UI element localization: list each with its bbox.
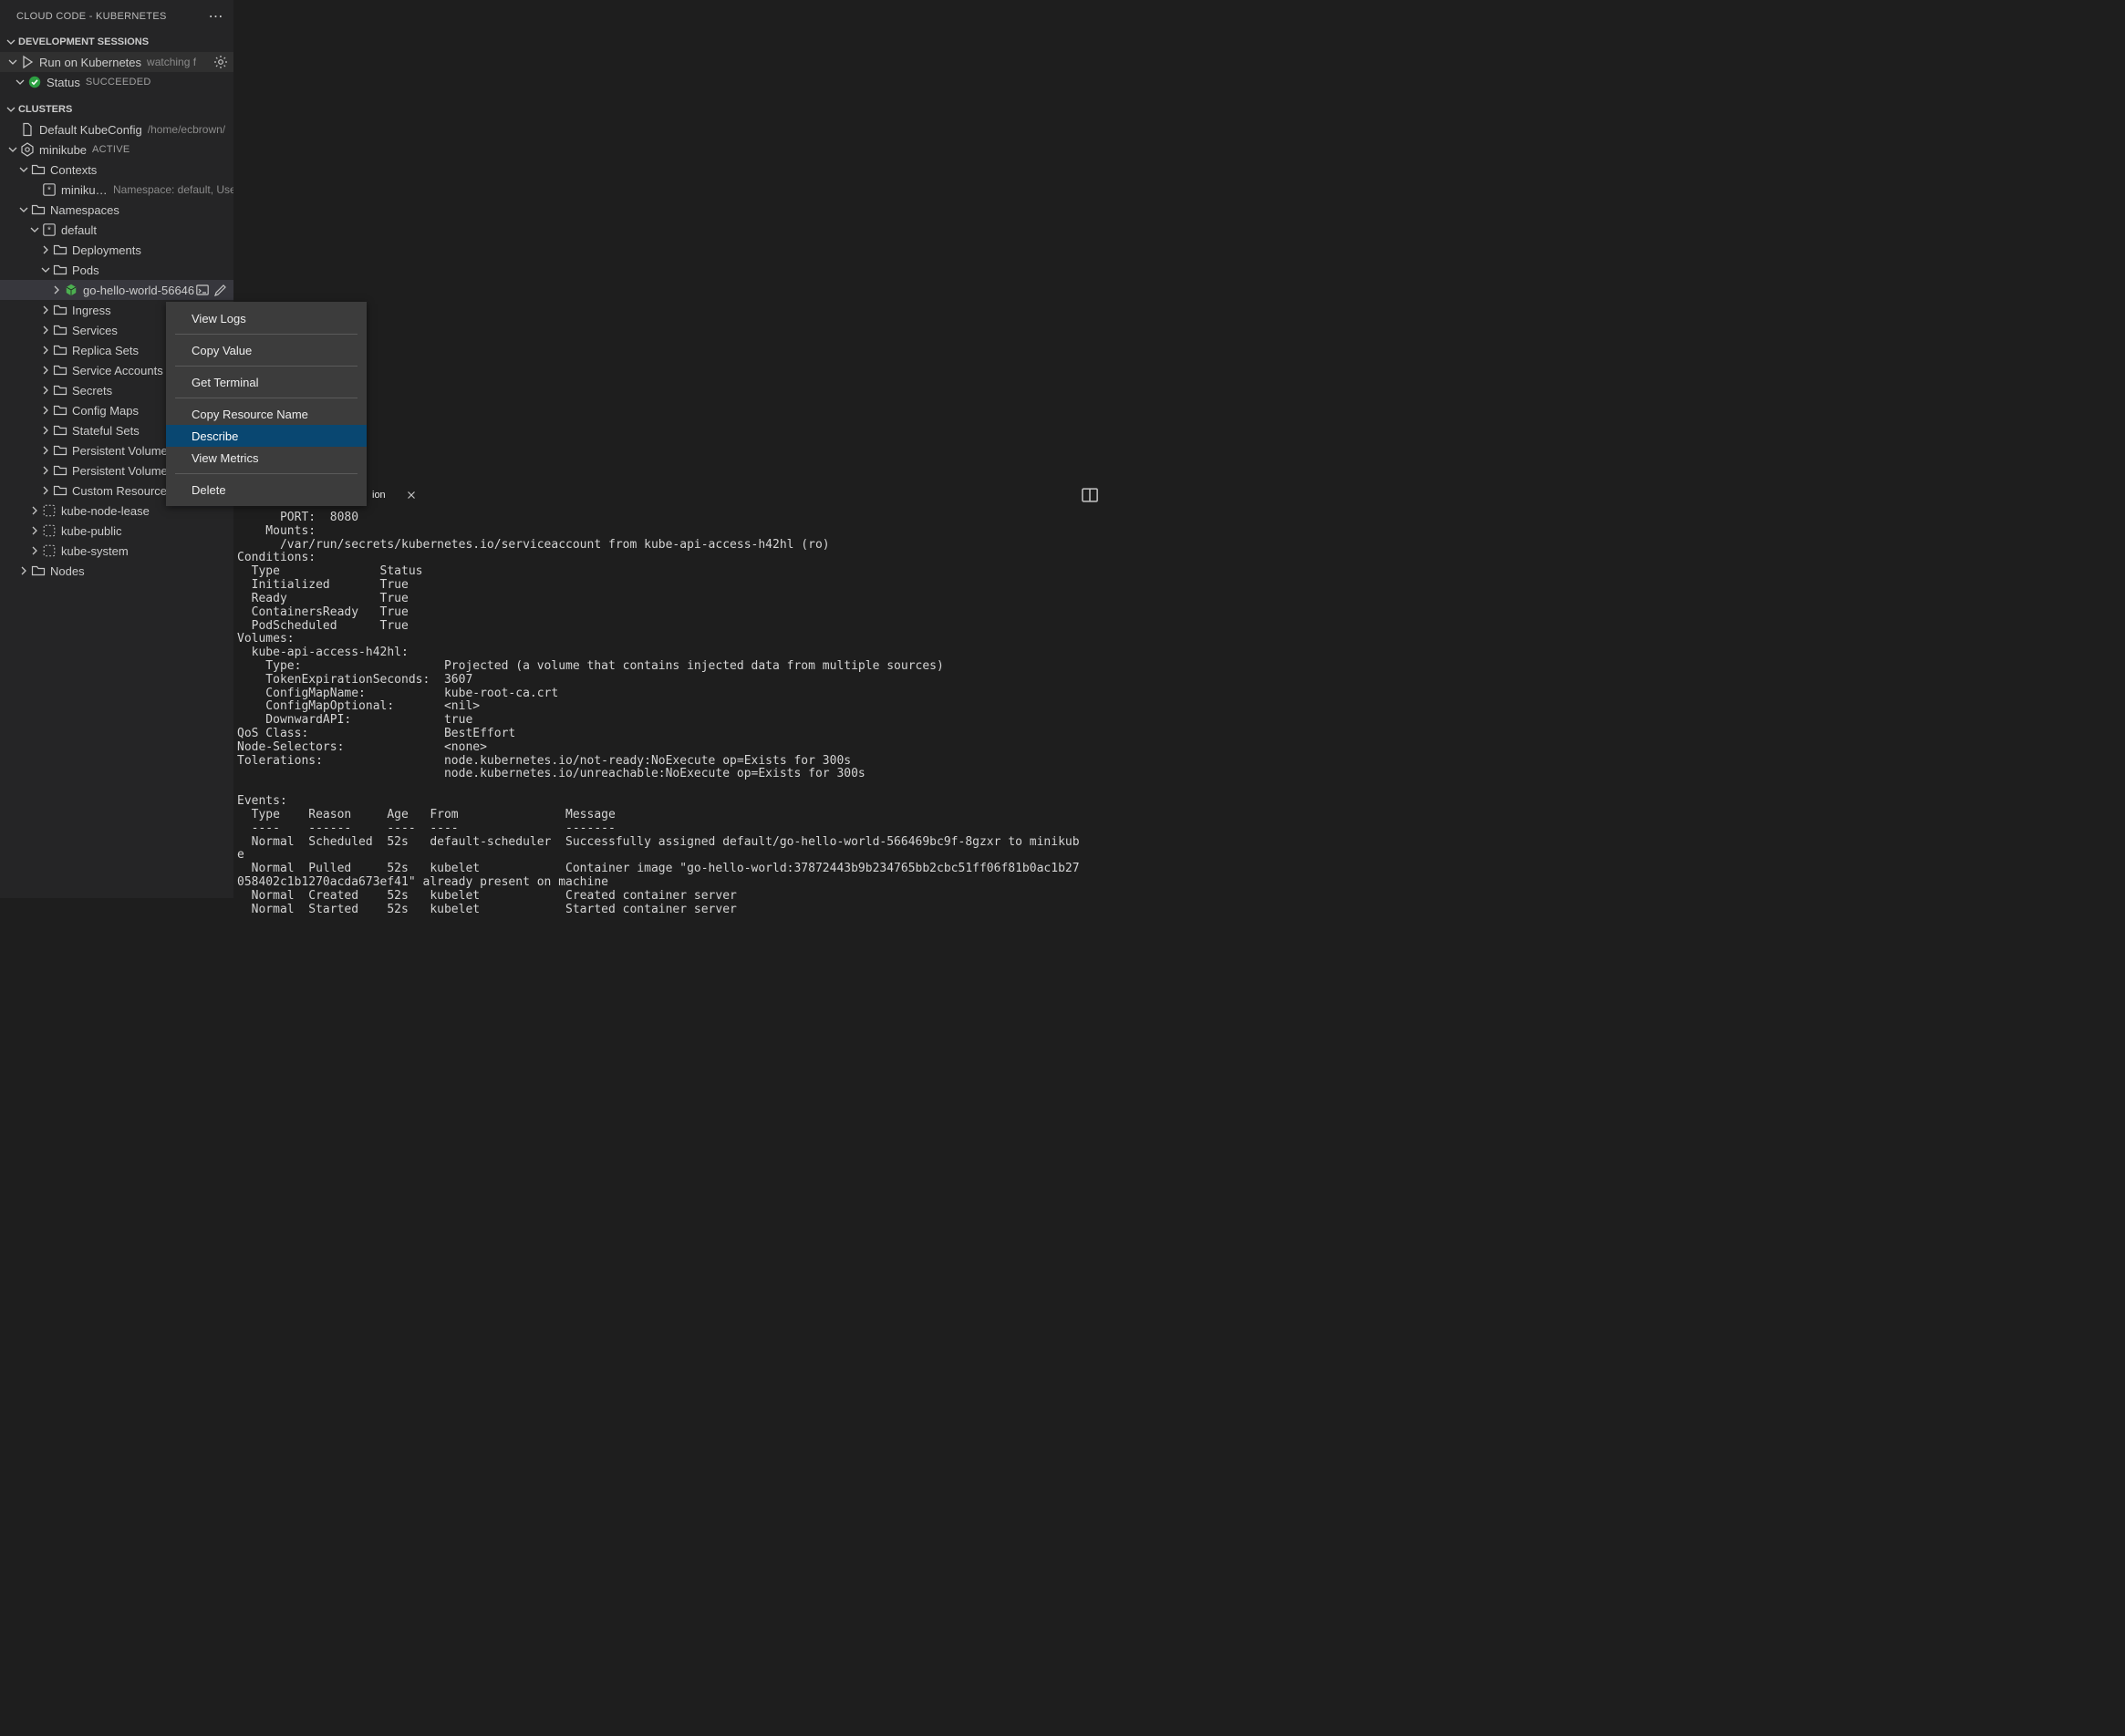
- chevron-right-icon: [38, 323, 53, 337]
- folder-icon: [53, 343, 67, 357]
- folder-icon: [53, 423, 67, 438]
- chevron-down-icon: [5, 142, 20, 157]
- describe-output[interactable]: PORT: 8080 Mounts: /var/run/secrets/kube…: [233, 512, 1099, 916]
- terminal-icon[interactable]: [195, 283, 210, 297]
- namespace-icon: [42, 503, 57, 518]
- chevron-down-icon: [5, 55, 20, 69]
- gear-icon[interactable]: [213, 55, 228, 69]
- folder-icon: [53, 483, 67, 498]
- section-title: DEVELOPMENT SESSIONS: [18, 36, 149, 47]
- chevron-down-icon: [16, 202, 31, 217]
- chevron-right-icon: [27, 523, 42, 538]
- menu-view-metrics[interactable]: View Metrics: [166, 447, 367, 469]
- menu-describe[interactable]: Describe: [166, 425, 367, 447]
- folder-icon: [53, 443, 67, 458]
- chevron-right-icon: [27, 503, 42, 518]
- folder-icon: [53, 263, 67, 277]
- chevron-right-icon: [38, 483, 53, 498]
- bottom-panel: ion PORT: 8080 Mounts: /var/run/secrets/…: [233, 479, 1099, 898]
- file-icon: [20, 122, 35, 137]
- chevron-right-icon: [38, 383, 53, 398]
- run-label: Run on Kubernetes: [39, 56, 141, 69]
- folder-icon: [31, 202, 46, 217]
- sidebar-title: CLOUD CODE - KUBERNETES: [16, 11, 167, 22]
- status-row[interactable]: Status SUCCEEDED: [0, 72, 233, 92]
- context-minikube[interactable]: * minikube Namespace: default, Use: [0, 180, 233, 200]
- section-clusters[interactable]: CLUSTERS: [0, 99, 233, 119]
- panel-tab-active[interactable]: ion: [372, 484, 386, 506]
- chevron-down-icon: [4, 35, 18, 49]
- tree-contexts[interactable]: Contexts: [0, 160, 233, 180]
- more-actions-button[interactable]: ⋯: [206, 7, 226, 26]
- status-label: Status: [47, 76, 80, 89]
- chevron-down-icon: [4, 102, 18, 117]
- chevron-down-icon: [16, 162, 31, 177]
- chevron-down-icon: [27, 222, 42, 237]
- chevron-right-icon: [38, 343, 53, 357]
- pod-go-hello-world[interactable]: go-hello-world-56646: [0, 280, 233, 300]
- edit-icon[interactable]: [213, 283, 228, 297]
- folder-icon: [53, 463, 67, 478]
- namespace-icon: [42, 543, 57, 558]
- menu-view-logs[interactable]: View Logs: [166, 307, 367, 329]
- chevron-right-icon: [38, 363, 53, 377]
- folder-icon: [53, 403, 67, 418]
- folder-icon: [53, 363, 67, 377]
- menu-separator: [175, 366, 358, 367]
- pod-icon: [64, 283, 78, 297]
- ns-default[interactable]: * default: [0, 220, 233, 240]
- default-kubeconfig[interactable]: Default KubeConfig /home/ecbrown/: [0, 119, 233, 140]
- tree-deployments[interactable]: Deployments: [0, 240, 233, 260]
- chevron-down-icon: [38, 263, 53, 277]
- svg-text:*: *: [47, 185, 51, 195]
- tree-nodes[interactable]: Nodes: [0, 561, 233, 581]
- chevron-right-icon: [38, 243, 53, 257]
- asterisk-icon: *: [42, 222, 57, 237]
- chevron-right-icon: [16, 563, 31, 578]
- menu-delete[interactable]: Delete: [166, 479, 367, 501]
- namespace-icon: [42, 523, 57, 538]
- chevron-right-icon: [38, 403, 53, 418]
- folder-icon: [53, 243, 67, 257]
- chevron-right-icon: [38, 463, 53, 478]
- sidebar-title-bar: CLOUD CODE - KUBERNETES ⋯: [0, 0, 233, 32]
- menu-separator: [175, 473, 358, 474]
- menu-get-terminal[interactable]: Get Terminal: [166, 371, 367, 393]
- run-on-kubernetes[interactable]: Run on Kubernetes watching f: [0, 52, 233, 72]
- folder-icon: [53, 303, 67, 317]
- folder-icon: [31, 162, 46, 177]
- split-editor-icon[interactable]: [1081, 486, 1099, 504]
- context-menu: View Logs Copy Value Get Terminal Copy R…: [166, 302, 367, 506]
- kubernetes-icon: [20, 142, 35, 157]
- folder-icon: [53, 323, 67, 337]
- tree-namespaces[interactable]: Namespaces: [0, 200, 233, 220]
- tree-pods[interactable]: Pods: [0, 260, 233, 280]
- menu-copy-value[interactable]: Copy Value: [166, 339, 367, 361]
- status-value: SUCCEEDED: [86, 77, 151, 88]
- chevron-down-icon: [13, 75, 27, 89]
- play-icon: [20, 55, 35, 69]
- chevron-right-icon: [38, 303, 53, 317]
- asterisk-icon: *: [42, 182, 57, 197]
- svg-text:*: *: [47, 225, 51, 235]
- menu-separator: [175, 334, 358, 335]
- success-icon: [27, 75, 42, 89]
- ns-kube-system[interactable]: kube-system: [0, 541, 233, 561]
- menu-copy-resource-name[interactable]: Copy Resource Name: [166, 403, 367, 425]
- section-dev-sessions[interactable]: DEVELOPMENT SESSIONS: [0, 32, 233, 52]
- cluster-minikube[interactable]: minikube ACTIVE: [0, 140, 233, 160]
- ns-kube-public[interactable]: kube-public: [0, 521, 233, 541]
- chevron-right-icon: [27, 543, 42, 558]
- chevron-right-icon: [49, 283, 64, 297]
- run-desc: watching f: [147, 56, 196, 68]
- chevron-right-icon: [38, 423, 53, 438]
- section-title: CLUSTERS: [18, 104, 72, 115]
- folder-icon: [31, 563, 46, 578]
- folder-icon: [53, 383, 67, 398]
- close-icon[interactable]: [404, 488, 419, 502]
- chevron-right-icon: [38, 443, 53, 458]
